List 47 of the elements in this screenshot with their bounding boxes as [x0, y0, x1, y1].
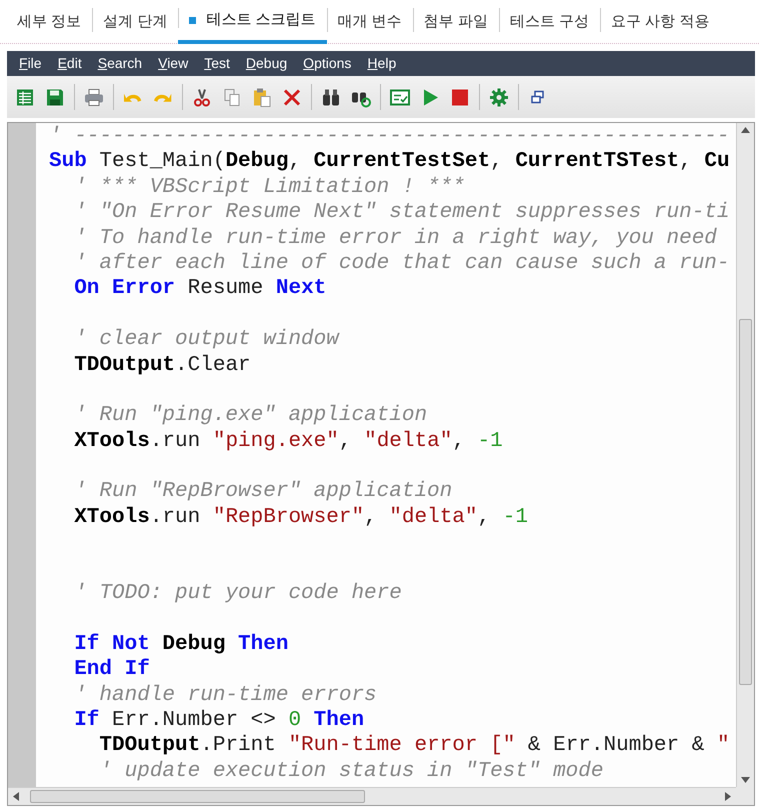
- code-line: TDOutput.Clear: [73, 352, 252, 378]
- tab[interactable]: 테스트 구성: [498, 0, 600, 44]
- code-line: ' Run "RepBrowser" application: [73, 479, 454, 505]
- undo-arrow-icon: [124, 92, 142, 102]
- menu-item[interactable]: Options: [295, 53, 360, 74]
- vertical-scrollbar[interactable]: [736, 123, 754, 787]
- tab[interactable]: 테스트 스크립트: [178, 0, 327, 44]
- code-line: ' "On Error Resume Next" statement suppresses run-ti: [73, 200, 731, 226]
- code-line: On Error Resume Next: [73, 276, 328, 302]
- scroll-thumb[interactable]: [739, 319, 752, 685]
- scroll-down-icon[interactable]: [741, 777, 750, 783]
- scroll-up-icon[interactable]: [741, 127, 750, 133]
- code-line: ' ----------------------------------------------------: [49, 124, 731, 150]
- menu-item[interactable]: Help: [359, 53, 404, 74]
- code-line: TDOutput.Print "Run-time error [" & Err.Number & ": [98, 733, 731, 759]
- menu-item[interactable]: File: [11, 53, 50, 74]
- horizontal-scrollbar[interactable]: [8, 787, 736, 805]
- menu-item[interactable]: Test: [196, 53, 238, 74]
- code-line: ' clear output window: [73, 327, 340, 353]
- menu-item[interactable]: View: [150, 53, 196, 74]
- code-line: XTools.run "ping.exe", "delta", -1: [73, 428, 504, 454]
- gear-icon: [489, 86, 509, 108]
- tab[interactable]: 요구 사항 적용: [600, 0, 720, 44]
- menu-item[interactable]: Search: [90, 53, 150, 74]
- scroll-thumb[interactable]: [30, 790, 365, 803]
- tab[interactable]: 매개 변수: [326, 0, 413, 44]
- tab[interactable]: 설계 단계: [92, 0, 178, 44]
- clipboard-icon: [252, 86, 272, 108]
- code-line: ' To handle run-time error in a right way, you need: [73, 226, 718, 251]
- code-line: ' update execution status in "Test" mode: [98, 758, 604, 784]
- code-line: XTools.run "RepBrowser", "delta", -1: [73, 504, 529, 530]
- redo-arrow-icon: [154, 92, 172, 102]
- code-line: ' after each line of code that can cause such a run-: [73, 250, 731, 276]
- tab[interactable]: 첨부 파일: [412, 0, 499, 44]
- code-line: ' Run "ping.exe" application: [73, 403, 428, 429]
- menu-item[interactable]: Edit: [50, 53, 90, 74]
- menu-item[interactable]: Debug: [238, 53, 296, 74]
- code-line: End If: [73, 657, 151, 683]
- code-line: ' handle run-time errors: [73, 682, 378, 708]
- tab[interactable]: 세부 정보: [6, 0, 92, 44]
- code-line: ' *** VBScript Limitation ! ***: [73, 174, 466, 200]
- scroll-left-icon[interactable]: [13, 792, 19, 801]
- scroll-right-icon[interactable]: [725, 792, 731, 801]
- code-line: ' TODO: put your code here: [73, 581, 403, 606]
- code-line: Sub Test_Main(Debug, CurrentTestSet, CurrentTSTest, Cu: [49, 149, 731, 175]
- code-line: If Not Debug Then: [73, 632, 290, 658]
- code-line: If Err.Number <> 0 Then: [73, 708, 366, 734]
